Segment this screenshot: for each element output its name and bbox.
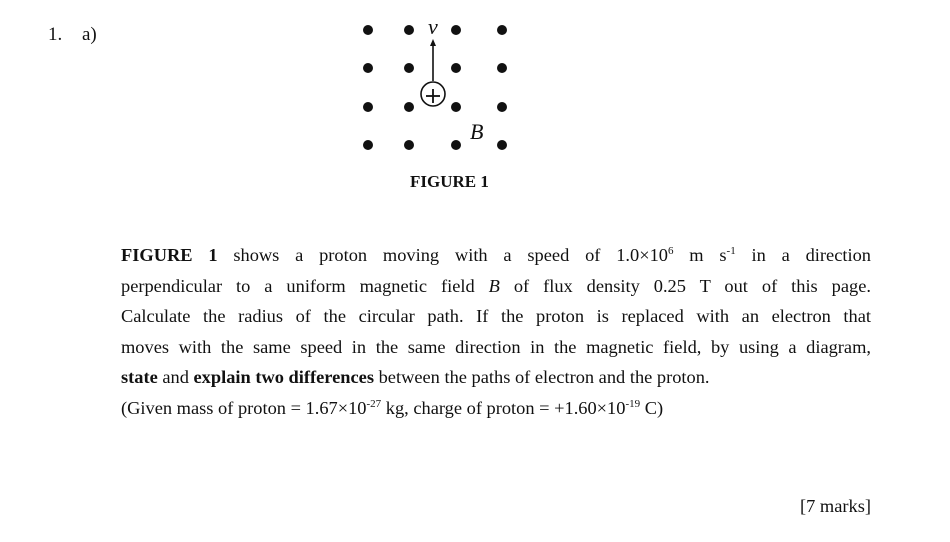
question-number: 1. xyxy=(48,24,63,45)
field-dot xyxy=(363,102,373,112)
text-line-4: moves with the same speed in the same di… xyxy=(121,336,871,357)
field-dot xyxy=(497,140,507,150)
field-label: B xyxy=(470,119,483,144)
field-dot xyxy=(451,25,461,35)
field-dot xyxy=(404,63,414,73)
figure-ref: FIGURE 1 xyxy=(121,245,218,265)
figure-1-diagram: v B xyxy=(363,14,507,150)
field-dot xyxy=(451,140,461,150)
text-line-3: Calculate the radius of the circular pat… xyxy=(121,306,871,327)
velocity-arrow xyxy=(430,39,436,81)
field-dot xyxy=(404,140,414,150)
field-dot xyxy=(451,63,461,73)
figure-caption: FIGURE 1 xyxy=(410,172,489,191)
question-part: a) xyxy=(82,24,97,45)
given-values: (Given mass of proton = 1.67×10-27 kg, c… xyxy=(121,397,664,418)
field-dot xyxy=(497,102,507,112)
field-dot xyxy=(497,63,507,73)
field-dot xyxy=(363,63,373,73)
field-dot xyxy=(497,25,507,35)
text-line-1: FIGURE 1 shows a proton moving with a sp… xyxy=(121,245,871,265)
field-dot xyxy=(404,25,414,35)
marks-label: [7 marks] xyxy=(800,496,871,516)
field-dot xyxy=(451,102,461,112)
velocity-label: v xyxy=(428,14,438,39)
field-dot xyxy=(363,25,373,35)
proton-icon xyxy=(420,81,446,107)
field-dot xyxy=(404,102,414,112)
text-line-2: perpendicular to a uniform magnetic fiel… xyxy=(121,275,871,296)
question-text: FIGURE 1 shows a proton moving with a sp… xyxy=(121,240,871,424)
text-line-5: state and explain two differences betwee… xyxy=(121,367,710,388)
field-dot xyxy=(363,140,373,150)
